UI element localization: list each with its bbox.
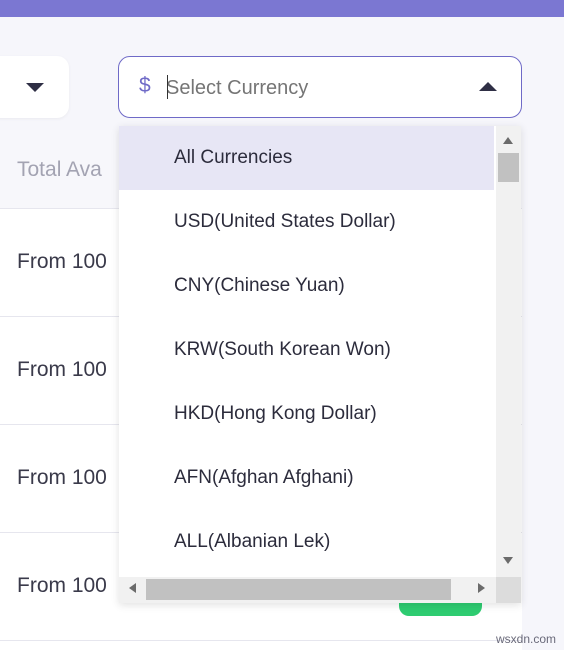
text-cursor — [167, 75, 168, 99]
vertical-scrollbar[interactable] — [496, 126, 521, 577]
currency-option-afn[interactable]: AFN(Afghan Afghani) — [119, 446, 494, 510]
chevron-up-icon[interactable] — [479, 82, 497, 91]
scroll-up-arrow-icon[interactable] — [503, 137, 513, 144]
scroll-down-arrow-icon[interactable] — [503, 557, 513, 564]
vertical-scroll-thumb[interactable] — [498, 153, 519, 182]
currency-option-cny[interactable]: CNY(Chinese Yuan) — [119, 254, 494, 318]
currency-option-krw[interactable]: KRW(South Korean Won) — [119, 318, 494, 382]
table-row-price: From 100 — [17, 574, 107, 597]
currency-dropdown-list[interactable]: All Currencies USD(United States Dollar)… — [119, 126, 521, 603]
scroll-left-arrow-icon[interactable] — [129, 583, 136, 593]
chevron-down-icon[interactable] — [26, 83, 44, 92]
row-divider — [0, 640, 522, 641]
currency-option-hkd[interactable]: HKD(Hong Kong Dollar) — [119, 382, 494, 446]
currency-option-all[interactable]: All Currencies — [119, 126, 494, 190]
watermark: wsxdn.com — [496, 632, 557, 646]
scroll-right-arrow-icon[interactable] — [478, 583, 485, 593]
column-header-total-available: Total Ava — [17, 158, 102, 181]
currency-search-input[interactable] — [166, 74, 466, 102]
table-row-price: From 100 — [17, 466, 107, 489]
scrollbar-corner — [496, 577, 521, 603]
table-row-price: From 100 — [17, 250, 107, 273]
top-bar — [0, 0, 564, 17]
table-row-price: From 100 — [17, 358, 107, 381]
currency-option-usd[interactable]: USD(United States Dollar) — [119, 190, 494, 254]
currency-select[interactable]: $ — [118, 56, 522, 118]
dollar-icon: $ — [139, 74, 151, 97]
horizontal-scroll-thumb[interactable] — [146, 579, 451, 600]
currency-option-all-lek[interactable]: ALL(Albanian Lek) — [119, 510, 494, 574]
